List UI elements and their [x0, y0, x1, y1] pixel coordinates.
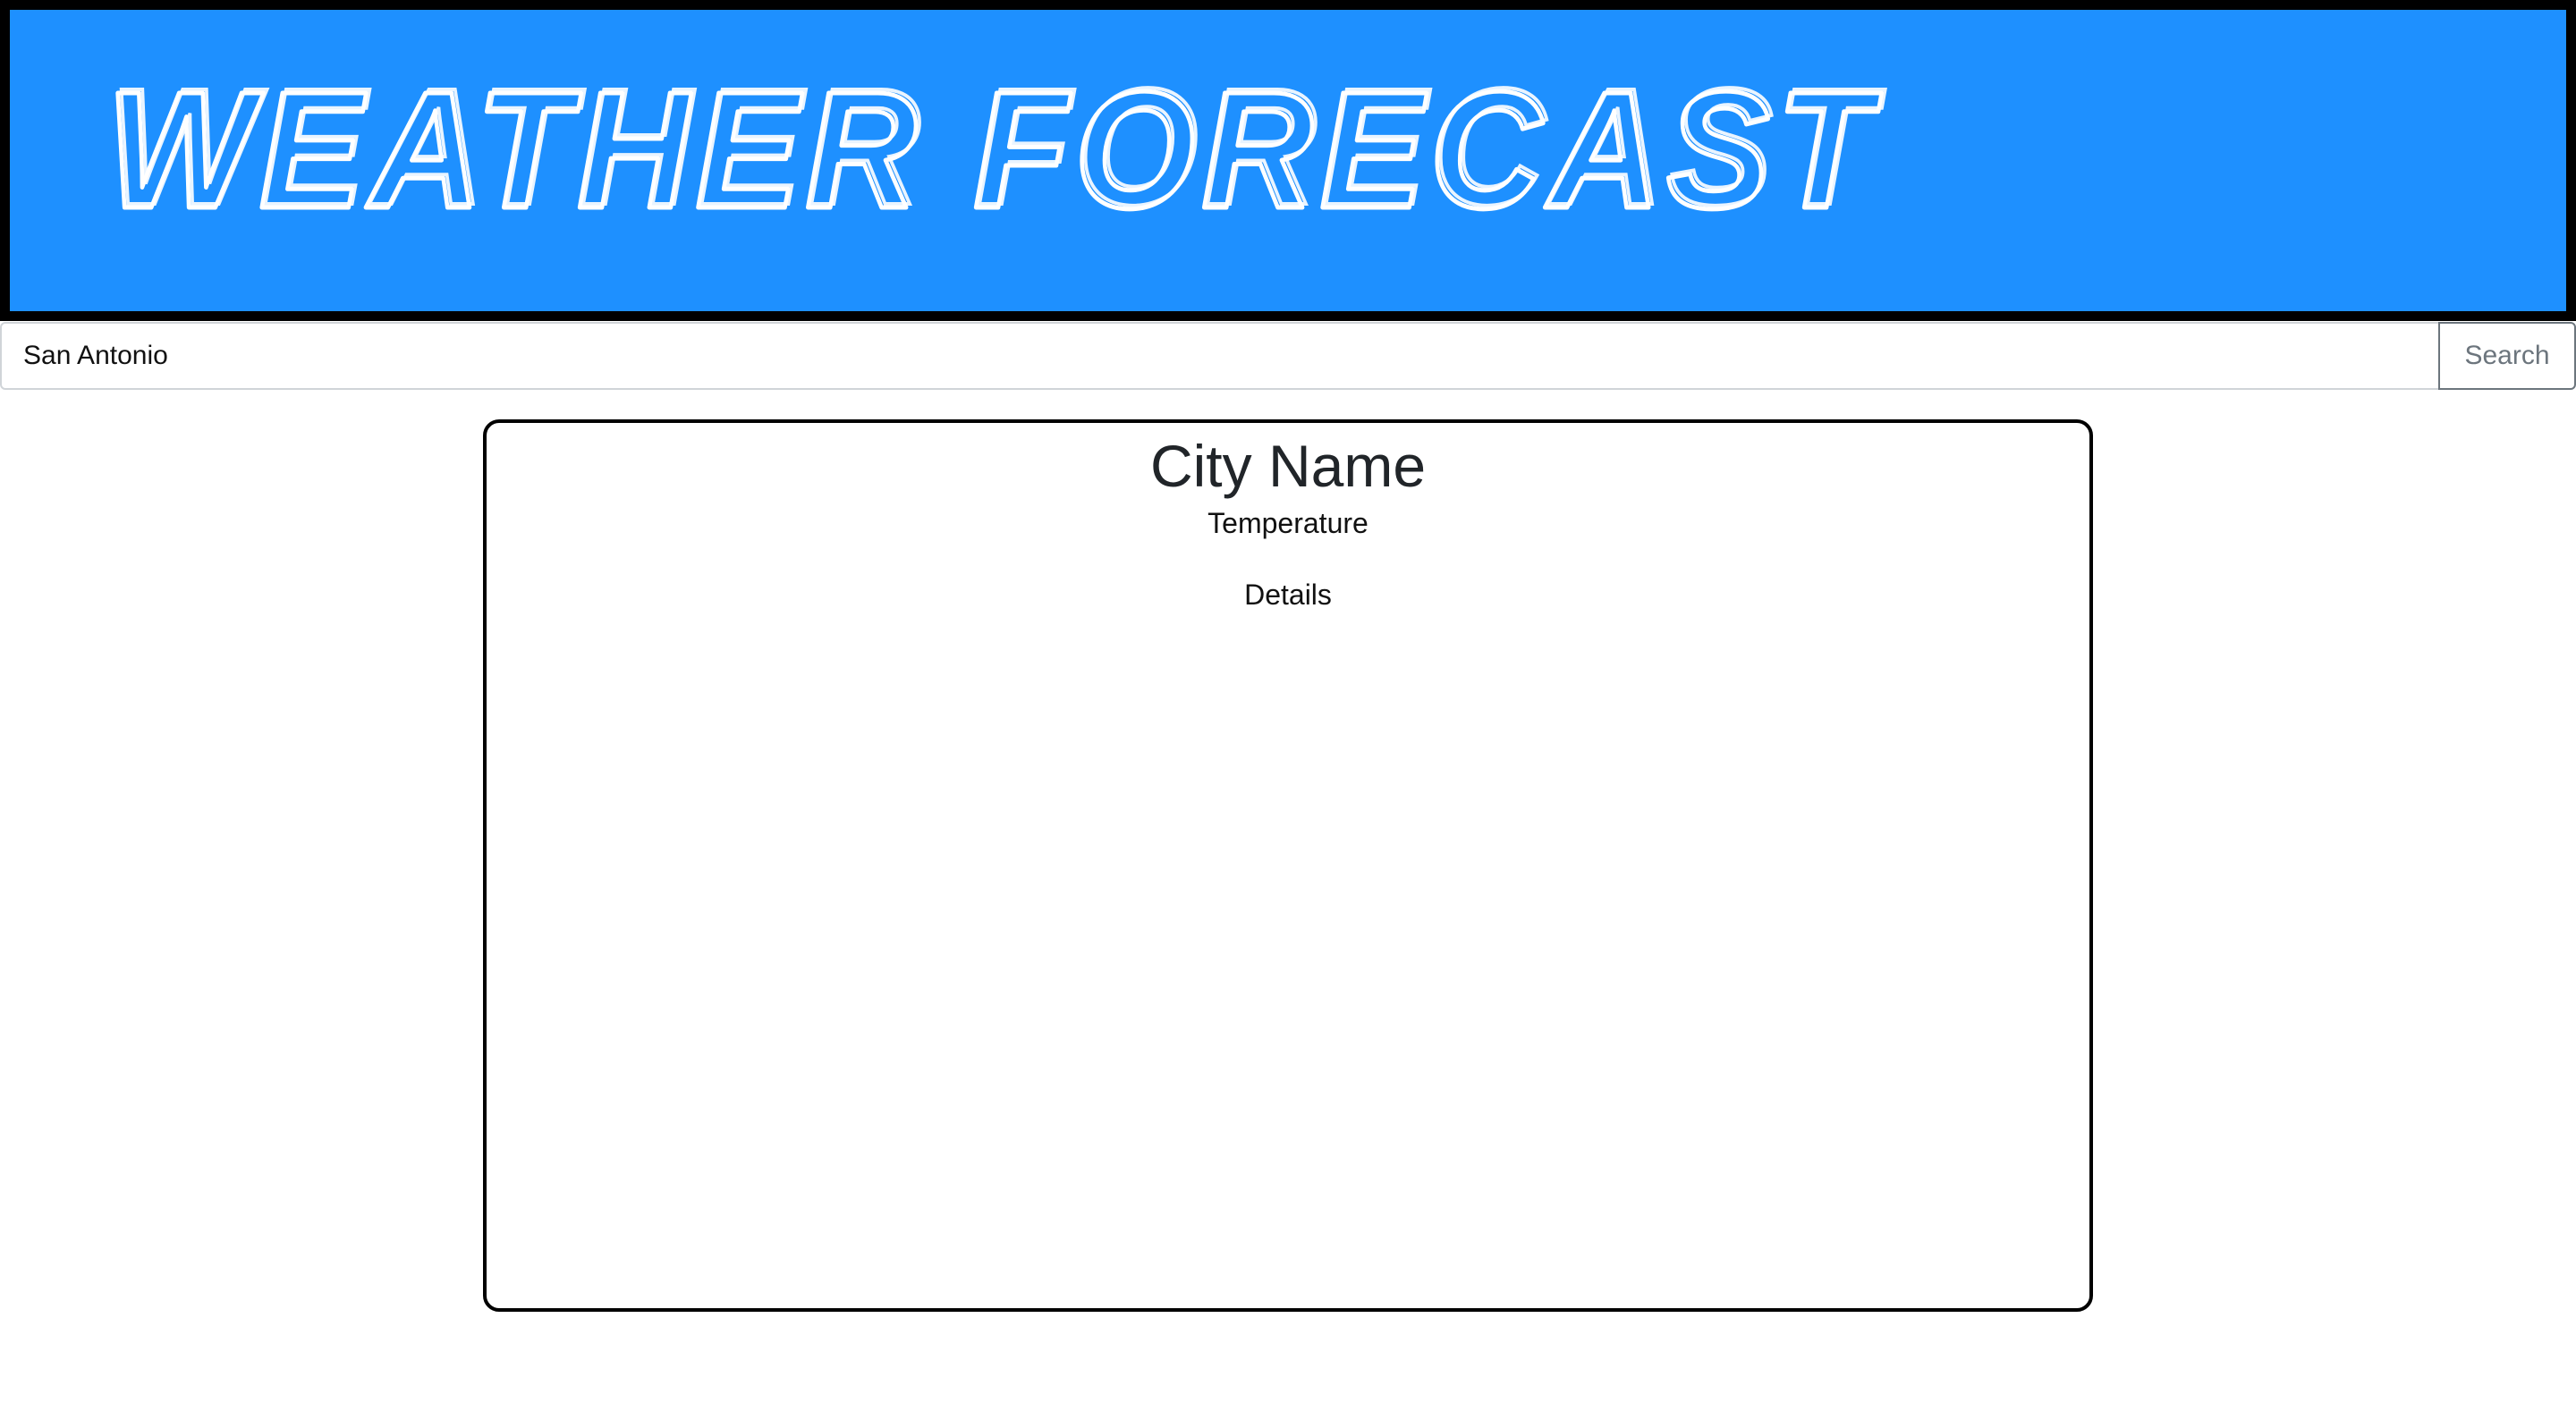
page-header: WEATHER FORECAST WEATHER FORECAST — [0, 0, 2576, 321]
title-graphic: WEATHER FORECAST WEATHER FORECAST — [105, 53, 1885, 246]
weather-card: City Name Temperature Details — [483, 419, 2093, 1312]
search-bar: Search — [0, 322, 2576, 390]
search-button[interactable]: Search — [2438, 322, 2576, 390]
details-text: Details — [1244, 579, 1332, 611]
search-input[interactable] — [0, 322, 2440, 390]
city-name: City Name — [1149, 433, 1427, 499]
temperature-text: Temperature — [1208, 507, 1368, 539]
page-title-inner-line: WEATHER FORECAST — [110, 55, 1885, 240]
